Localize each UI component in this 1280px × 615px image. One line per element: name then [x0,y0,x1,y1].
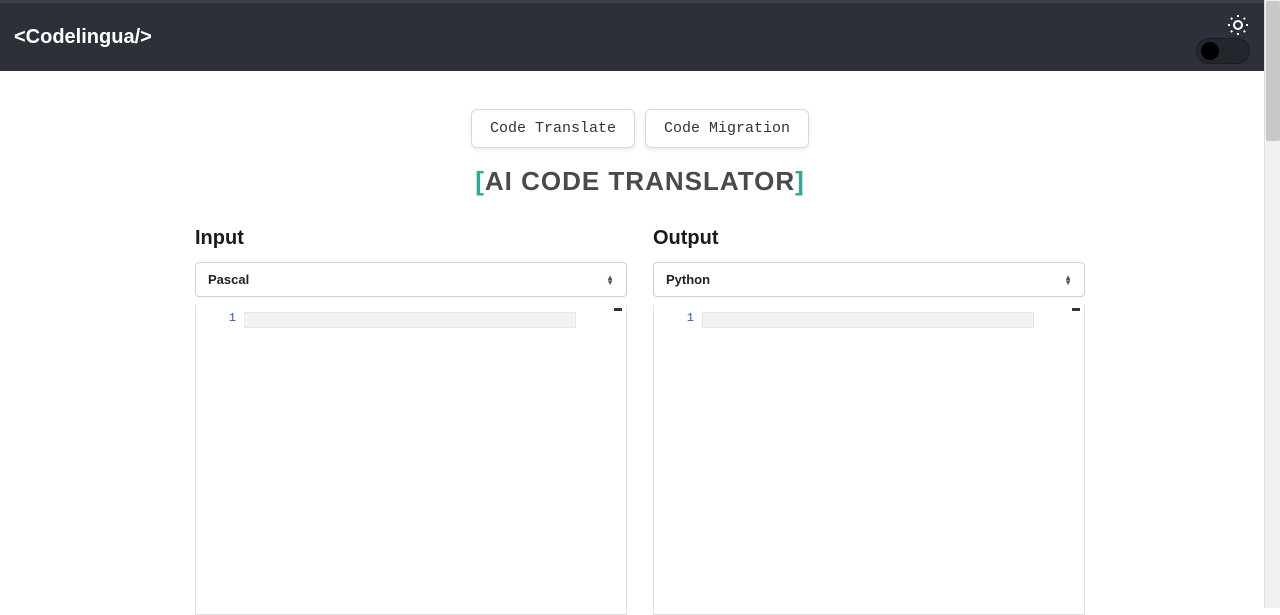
chevron-updown-icon: ▲▼ [606,275,614,285]
output-code-area[interactable] [702,305,1084,614]
input-gutter: 1 [196,305,244,614]
output-language-select[interactable]: Python ▲▼ [653,262,1085,297]
output-language-value: Python [666,272,710,287]
editor-panels: Input Pascal ▲▼ 1 Output Python [195,227,1085,615]
output-line-number: 1 [654,311,694,325]
header-controls [1196,10,1266,64]
input-line-number: 1 [196,311,236,325]
title-close-bracket: ] [795,166,805,196]
input-code-editor[interactable]: 1 [195,305,627,615]
mode-tabs: Code Translate Code Migration [471,109,809,148]
input-language-value: Pascal [208,272,249,287]
cursor-indicator [614,308,622,311]
toggle-knob [1201,42,1219,60]
tab-code-translate[interactable]: Code Translate [471,109,635,148]
sun-icon [1226,13,1250,37]
input-panel: Input Pascal ▲▼ 1 [195,227,627,615]
input-active-line [244,312,576,328]
output-code-editor[interactable]: 1 [653,305,1085,615]
input-panel-title: Input [195,227,627,250]
input-code-area[interactable] [244,305,626,614]
title-open-bracket: [ [475,166,485,196]
main-content: Code Translate Code Migration [AI CODE T… [0,71,1280,615]
theme-toggle[interactable] [1196,38,1250,64]
output-panel-title: Output [653,227,1085,250]
page-scrollbar[interactable] [1264,0,1280,608]
app-header: <Codelingua/> [0,3,1280,71]
page-title: [AI CODE TRANSLATOR] [475,166,805,197]
app-logo: <Codelingua/> [14,26,152,49]
output-panel: Output Python ▲▼ 1 [653,227,1085,615]
tab-code-migration[interactable]: Code Migration [645,109,809,148]
chevron-updown-icon: ▲▼ [1064,275,1072,285]
input-language-select[interactable]: Pascal ▲▼ [195,262,627,297]
output-active-line [702,312,1034,328]
title-text: AI CODE TRANSLATOR [485,166,795,196]
output-gutter: 1 [654,305,702,614]
scrollbar-thumb[interactable] [1266,1,1280,141]
cursor-indicator [1072,308,1080,311]
